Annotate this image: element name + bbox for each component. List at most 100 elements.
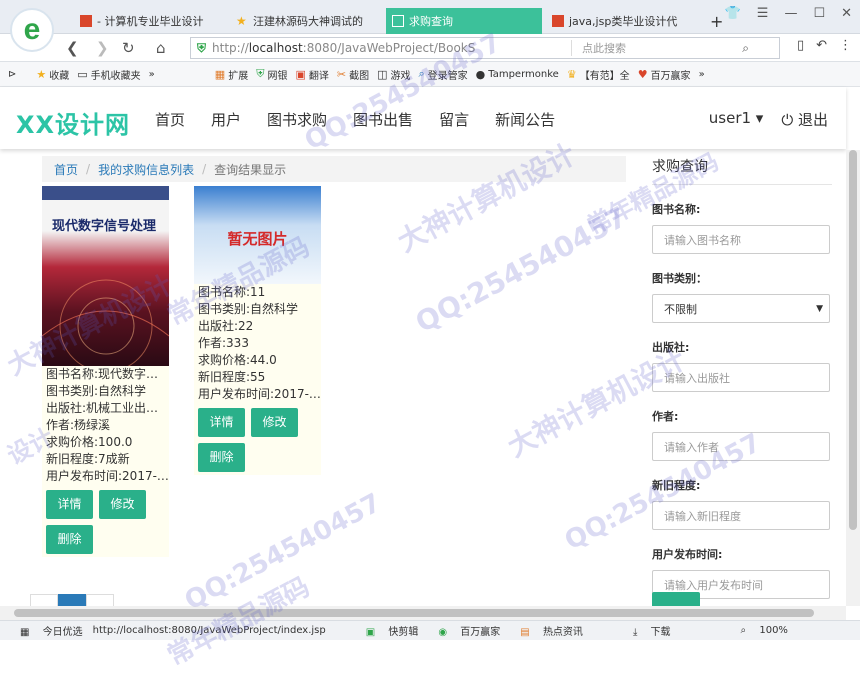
menu-item-book-wanted[interactable]: 图书求购 (267, 109, 327, 130)
scissors-icon: ✂ (336, 67, 347, 81)
status-millionaire[interactable]: ◉ 百万赢家 (428, 623, 500, 638)
skin-icon[interactable]: 👕 (725, 6, 741, 21)
url-field[interactable]: ⛨ http:// localhost :8080/JavaWebProject… (190, 37, 780, 59)
label-book-category: 图书类别： (652, 272, 707, 285)
book-card: 现代数字信号处理 图书名称:现代数字信号处理 图书类别:自然科学 出版社:机械工… (42, 186, 169, 557)
minimize-icon[interactable]: — (784, 6, 797, 21)
author-input[interactable]: 请输入作者 (652, 432, 830, 461)
browser-tab-4[interactable]: java,jsp类毕业设计代 (546, 8, 698, 34)
book-publish-time: 用户发布时间:2017-03-01 (46, 469, 169, 483)
menu-item-news[interactable]: 新闻公告 (495, 109, 555, 130)
bookmark-youfan[interactable]: ♛ 【有范】全 (567, 67, 630, 82)
book-category-select[interactable]: 不限制 ▼ (652, 294, 830, 323)
book-cover-image[interactable]: 暂无图片 (194, 186, 321, 284)
book-card: 暂无图片 图书名称:11 图书类别:自然科学 出版社:22 作者:333 求购价… (194, 186, 321, 475)
edit-button[interactable]: 修改 (99, 490, 146, 519)
close-icon[interactable]: ✕ (841, 6, 852, 21)
bookmark-millionaire[interactable]: ♥ 百万赢家 (638, 67, 691, 82)
user-dropdown[interactable]: user1 ▾ (709, 109, 764, 130)
book-author: 作者:杨绿溪 (46, 418, 111, 432)
browser-logo-icon[interactable]: e (10, 8, 54, 52)
status-zoom[interactable]: ⌕ 100% (731, 625, 788, 636)
label-publish-time: 用户发布时间: (652, 548, 723, 561)
search-field[interactable]: 点此搜索 (571, 40, 626, 56)
status-download[interactable]: ⤓ 下载 (623, 623, 671, 638)
publisher-input[interactable]: 请输入出版社 (652, 363, 830, 392)
maximize-icon[interactable]: ☐ (813, 6, 825, 21)
status-url: http://localhost:8080/JavaWebProject/ind… (92, 625, 326, 636)
scroll-thumb[interactable] (849, 150, 857, 530)
bookmark-games[interactable]: ◫ 游戏 (377, 67, 410, 82)
undo-icon[interactable]: ↶ (816, 38, 827, 53)
breadcrumb-separator: / (86, 162, 91, 176)
bookmark-tampermonkey[interactable]: ● Tampermonke (476, 68, 559, 81)
book-cover-image[interactable]: 现代数字信号处理 (42, 186, 169, 366)
vertical-scrollbar[interactable] (846, 150, 860, 606)
watermark: QQ:254540457 (180, 487, 387, 617)
main-menu: 首页 用户 图书求购 图书出售 留言 新闻公告 (155, 109, 555, 130)
menu-item-user[interactable]: 用户 (211, 109, 241, 130)
book-price: 求购价格:44.0 (198, 353, 277, 367)
reload-icon[interactable]: ↻ (122, 39, 135, 57)
menu-item-home[interactable]: 首页 (155, 109, 185, 130)
site-navbar: XX设计网 首页 用户 图书求购 图书出售 留言 新闻公告 user1 ▾ ⏻ … (0, 87, 846, 149)
breadcrumb: 首页 / 我的求购信息列表 / 查询结果显示 (42, 156, 626, 182)
search-icon[interactable]: ⌕ (742, 41, 749, 56)
book-category: 图书类别:自然科学 (198, 302, 299, 316)
bookmark-screenshot[interactable]: ✂ 截图 (337, 67, 369, 82)
detail-button[interactable]: 详情 (46, 490, 93, 519)
label-book-name: 图书名称: (652, 203, 701, 216)
back-icon[interactable]: ❮ (66, 39, 79, 57)
book-name-input[interactable]: 请输入图书名称 (652, 225, 830, 254)
scroll-thumb[interactable] (14, 609, 814, 617)
horizontal-scrollbar[interactable] (0, 606, 846, 620)
bookmark-favorites[interactable]: ★ 收藏 (36, 67, 69, 82)
browser-tab-2[interactable]: ★ 汪建林源码大神调试的 (230, 8, 382, 34)
play-icon: ◉ (438, 627, 448, 638)
menu-item-book-sale[interactable]: 图书出售 (353, 109, 413, 130)
cover-title: 现代数字信号处理 (52, 218, 156, 234)
bookmark-mobile[interactable]: ▭ 手机收藏夹 (77, 67, 140, 82)
status-news[interactable]: ▤ 热点资讯 (510, 623, 583, 638)
watermark: QQ:254540457 (410, 200, 633, 340)
bookmark-bank[interactable]: ⛨ 网银 (256, 67, 287, 82)
status-clip[interactable]: ▣ 快剪辑 (356, 623, 419, 638)
delete-button[interactable]: 删除 (198, 443, 245, 472)
news-icon: ▤ (520, 627, 530, 638)
shield-icon: ⛨ (197, 40, 207, 55)
sidebar-toggle-icon[interactable]: ⊳ (8, 69, 16, 80)
new-tab-button[interactable]: + (704, 8, 724, 34)
tampermonkey-icon: ● (475, 67, 486, 81)
bookmark-translate[interactable]: ▣ 翻译 (295, 67, 328, 82)
bookmark-extensions[interactable]: ▦ 扩展 (215, 67, 248, 82)
breadcrumb-separator: / (202, 162, 207, 176)
label-publisher: 出版社: (652, 341, 690, 354)
book-publisher: 出版社:机械工业出版社 (46, 401, 169, 415)
logout-button[interactable]: ⏻ 退出 (781, 109, 828, 130)
browser-tab-active[interactable]: 求购查询 (386, 8, 542, 34)
phone-icon[interactable]: ▯ (797, 38, 804, 53)
address-bar-row: ❮ ❯ ↻ ⌂ ⛨ http:// localhost :8080/JavaWe… (0, 34, 860, 62)
download-icon: ⤓ (632, 627, 638, 638)
browser-tab-1[interactable]: - 计算机专业毕业设计 (74, 8, 226, 34)
bookmark-more[interactable]: » (149, 69, 155, 80)
watermark: 大神计算机设计 (392, 137, 581, 259)
breadcrumb-list[interactable]: 我的求购信息列表 (98, 161, 194, 178)
condition-input[interactable]: 请输入新旧程度 (652, 501, 830, 530)
menu-item-message[interactable]: 留言 (439, 109, 469, 130)
today-picks[interactable]: ▦ 今日优选 (10, 623, 83, 638)
window-controls: 👕 ☰ — ☐ ✕ (725, 6, 852, 21)
detail-button[interactable]: 详情 (198, 408, 245, 437)
favicon-icon (80, 15, 92, 27)
home-icon[interactable]: ⌂ (156, 39, 166, 57)
delete-button[interactable]: 删除 (46, 525, 93, 554)
breadcrumb-home[interactable]: 首页 (54, 161, 78, 178)
forward-icon[interactable]: ❯ (96, 39, 109, 57)
bookmark-login[interactable]: ⌕ 登录管家 (418, 67, 467, 82)
edit-button[interactable]: 修改 (251, 408, 298, 437)
more-icon[interactable]: ⋮ (839, 38, 852, 53)
menu-icon[interactable]: ☰ (757, 6, 769, 21)
breadcrumb-current: 查询结果显示 (214, 162, 287, 177)
bookmark-more-2[interactable]: » (699, 69, 705, 80)
site-brand[interactable]: XX设计网 (16, 105, 130, 140)
